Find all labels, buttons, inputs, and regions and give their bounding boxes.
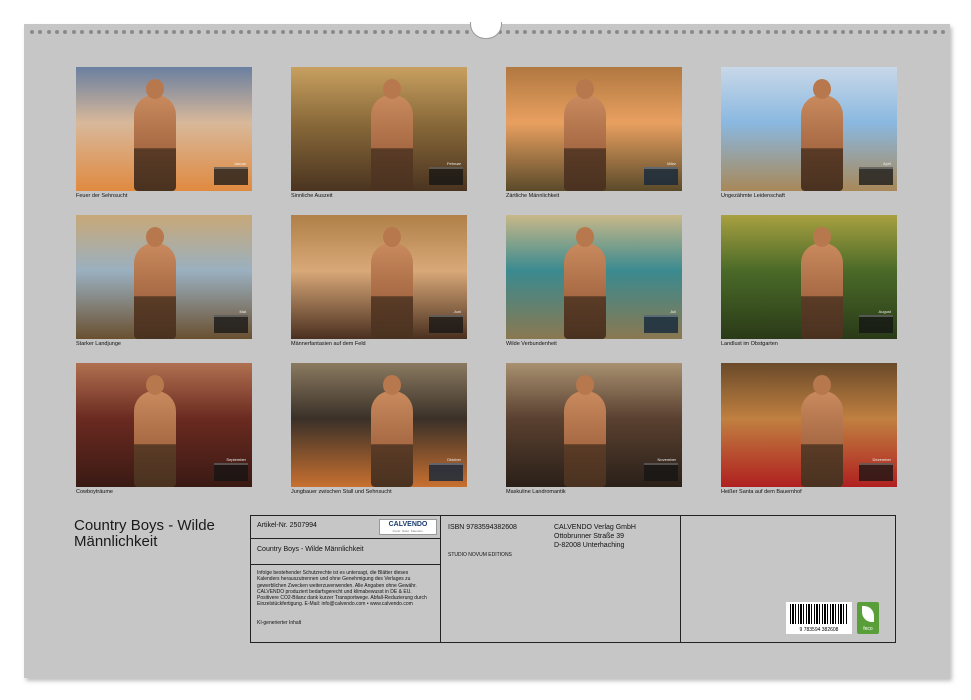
month-photo-5: Mai (76, 215, 252, 339)
mini-calendar-grid: August (859, 309, 893, 333)
month-caption-7: Wilde Verbundenheit (506, 341, 557, 347)
info-box: Artikel-Nr. 2507994 CALVENDO Kunst. Natur… (250, 515, 896, 643)
month-label: Dezember (872, 457, 891, 462)
month-caption-2: Sinnliche Auszeit (291, 193, 333, 199)
month-label: November (657, 457, 676, 462)
eco-leaf-icon: feco (857, 602, 879, 634)
mini-calendar-grid: September (214, 457, 248, 481)
month-caption-10: Jungbauer zwischen Stall und Sehnsucht (291, 489, 392, 495)
calendar-title: Country Boys - Wilde Männlichkeit (74, 517, 215, 550)
month-caption-3: Zärtliche Männlichkeit (506, 193, 560, 199)
month-photo-4: April (721, 67, 897, 191)
month-label: Juli (669, 309, 676, 314)
month-photo-7: Juli (506, 215, 682, 339)
month-label: Januar (233, 161, 246, 166)
month-caption-4: Ungezähmte Leidenschaft (721, 193, 785, 199)
mini-calendar-grid: Februar (429, 161, 463, 185)
month-label: September (226, 457, 246, 462)
month-caption-6: Männerfantasien auf dem Feld (291, 341, 366, 347)
month-caption-8: Landlust im Obstgarten (721, 341, 778, 347)
month-photo-1: Januar (76, 67, 252, 191)
month-label: Oktober (446, 457, 461, 462)
month-photo-9: September (76, 363, 252, 487)
mini-calendar-grid: April (859, 161, 893, 185)
month-label: April (882, 161, 891, 166)
mini-calendar-grid: Dezember (859, 457, 893, 481)
month-photo-3: März (506, 67, 682, 191)
month-label: Mai (239, 309, 246, 314)
author-label: STUDIO NOVUM EDITIONS (448, 552, 512, 558)
calvendo-logo: CALVENDO Kunst. Natur. Kalender. (379, 519, 437, 535)
month-caption-5: Starker Landjunge (76, 341, 121, 347)
mini-calendar-grid: Juli (644, 309, 678, 333)
ai-notice: KI-generierter Inhalt (257, 620, 302, 626)
month-photo-6: Juni (291, 215, 467, 339)
publisher-line-1: CALVENDO Verlag GmbH (554, 524, 636, 531)
publisher-line-3: D-82008 Unterhaching (554, 542, 625, 549)
mini-calendar-grid: Mai (214, 309, 248, 333)
month-caption-12: Heißer Santa auf dem Bauernhof (721, 489, 802, 495)
month-caption-1: Feuer der Sehnsucht (76, 193, 128, 199)
month-label: August (878, 309, 891, 314)
mini-calendar-grid: November (644, 457, 678, 481)
month-label: Februar (446, 161, 461, 166)
month-photo-10: Oktober (291, 363, 467, 487)
month-label: März (667, 161, 676, 166)
month-caption-11: Maskuline Landromantik (506, 489, 566, 495)
month-photo-2: Februar (291, 67, 467, 191)
mini-calendar-grid: März (644, 161, 678, 185)
isbn-barcode: 9 783594 382608 (786, 602, 852, 634)
article-number: Artikel-Nr. 2507994 (257, 522, 317, 529)
month-photo-8: August (721, 215, 897, 339)
publisher-line-2: Ottobrunner Straße 39 (554, 533, 625, 540)
legal-notice: Infolge bestehender Schutzrechte ist es … (257, 570, 427, 608)
month-photo-11: November (506, 363, 682, 487)
product-title: Country Boys - Wilde Männlichkeit (257, 546, 364, 553)
isbn: ISBN 9783594382608 (448, 524, 517, 531)
info-column-left: Artikel-Nr. 2507994 CALVENDO Kunst. Natur… (251, 516, 441, 642)
month-label: Juni (453, 309, 461, 314)
mini-calendar-grid: Juni (429, 309, 463, 333)
mini-calendar-grid: Oktober (429, 457, 463, 481)
month-photo-12: Dezember (721, 363, 897, 487)
month-caption-9: Cowboyträume (76, 489, 113, 495)
info-column-middle: ISBN 9783594382608 STUDIO NOVUM EDITIONS… (440, 516, 681, 642)
mini-calendar-grid: Januar (214, 161, 248, 185)
